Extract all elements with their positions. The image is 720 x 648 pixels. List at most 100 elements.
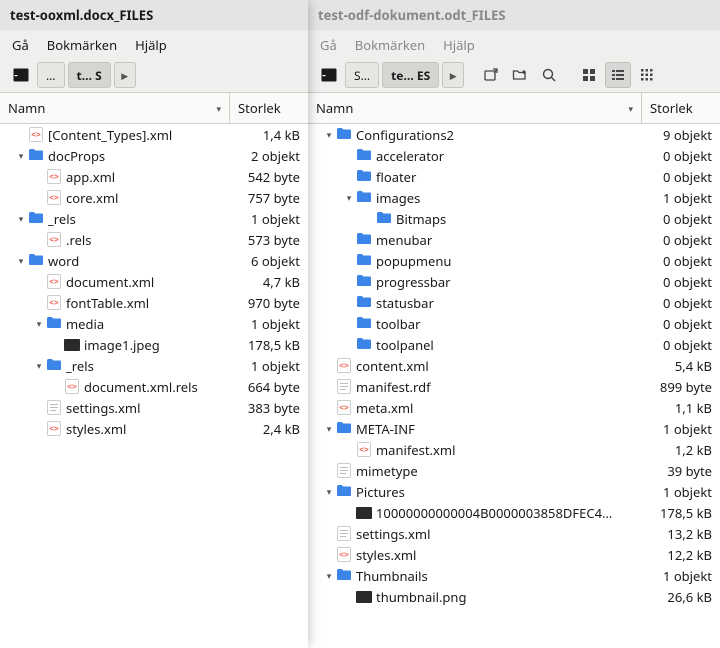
tree-row[interactable]: <>styles.xml2,4 kB <box>0 418 308 439</box>
tree-row[interactable]: <>document.xml.rels664 byte <box>0 376 308 397</box>
expander-icon[interactable]: ▾ <box>14 212 28 225</box>
xml-icon: <> <box>356 442 372 458</box>
folder-icon <box>336 568 352 584</box>
col-size[interactable]: Storlek <box>230 93 308 123</box>
text-icon <box>336 463 352 479</box>
tree-row[interactable]: ▾META-INF1 objekt <box>308 418 720 439</box>
terminal-icon[interactable] <box>8 62 34 88</box>
expander-icon[interactable]: ▾ <box>14 149 28 162</box>
tree-row[interactable]: ▾images1 objekt <box>308 187 720 208</box>
tree-row[interactable]: <>styles.xml12,2 kB <box>308 544 720 565</box>
file-size: 4,7 kB <box>222 273 300 291</box>
new-tab-icon[interactable] <box>478 62 504 88</box>
file-name: image1.jpeg <box>84 336 222 354</box>
expander-icon[interactable]: ▾ <box>322 128 336 141</box>
xml-icon: <> <box>336 400 352 416</box>
expander-icon[interactable]: ▾ <box>342 191 356 204</box>
tree-row[interactable]: ▾Thumbnails1 objekt <box>308 565 720 586</box>
tree-row[interactable]: ▾docProps2 objekt <box>0 145 308 166</box>
expander-icon[interactable]: ▾ <box>14 254 28 267</box>
tree-row[interactable]: mimetype39 byte <box>308 460 720 481</box>
col-name[interactable]: Namn ▾ <box>308 93 642 123</box>
file-name: settings.xml <box>356 525 634 543</box>
tree-row[interactable]: ▾_rels1 objekt <box>0 355 308 376</box>
tree-row[interactable]: toolpanel0 objekt <box>308 334 720 355</box>
menu-bookmarks[interactable]: Bokmärken <box>47 36 117 54</box>
path-overflow-icon[interactable]: ▶ <box>442 62 464 88</box>
tree-row[interactable]: 10000000000004B0000003858DFEC4…178,5 kB <box>308 502 720 523</box>
toolbar-right: S… te… ES ▶ <box>308 60 720 92</box>
folder-icon <box>336 484 352 500</box>
path-overflow-icon[interactable]: ▶ <box>114 62 136 88</box>
file-name: [Content_Types].xml <box>48 126 222 144</box>
tree-row[interactable]: ▾media1 objekt <box>0 313 308 334</box>
file-tree-left: <>[Content_Types].xml1,4 kB▾docProps2 ob… <box>0 124 308 648</box>
menu-bookmarks[interactable]: Bokmärken <box>355 36 425 54</box>
tree-row[interactable]: <>document.xml4,7 kB <box>0 271 308 292</box>
tree-row[interactable]: thumbnail.png26,6 kB <box>308 586 720 607</box>
tree-row[interactable]: popupmenu0 objekt <box>308 250 720 271</box>
tree-row[interactable]: <>fontTable.xml970 byte <box>0 292 308 313</box>
tree-row[interactable]: progressbar0 objekt <box>308 271 720 292</box>
tree-row[interactable]: ▾Configurations29 objekt <box>308 124 720 145</box>
expander-icon[interactable]: ▾ <box>322 422 336 435</box>
tree-row[interactable]: manifest.rdf899 byte <box>308 376 720 397</box>
tree-row[interactable]: <>content.xml5,4 kB <box>308 355 720 376</box>
file-size: 0 objekt <box>634 147 712 165</box>
file-name: word <box>48 252 222 270</box>
tree-row[interactable]: Bitmaps0 objekt <box>308 208 720 229</box>
file-size: 2 objekt <box>222 147 300 165</box>
tree-row[interactable]: <>core.xml757 byte <box>0 187 308 208</box>
path-segment-1[interactable]: te… ES <box>382 62 439 88</box>
path-segment-0[interactable]: S… <box>345 62 379 88</box>
view-compact-icon[interactable] <box>634 62 660 88</box>
tree-row[interactable]: statusbar0 objekt <box>308 292 720 313</box>
col-size[interactable]: Storlek <box>642 93 720 123</box>
file-size: 178,5 kB <box>634 504 712 522</box>
menu-help[interactable]: Hjälp <box>135 36 167 54</box>
expander-icon[interactable]: ▾ <box>32 317 46 330</box>
menu-help[interactable]: Hjälp <box>443 36 475 54</box>
view-list-icon[interactable] <box>605 62 631 88</box>
image-icon <box>356 505 372 521</box>
new-folder-icon[interactable] <box>507 62 533 88</box>
path-segment-0[interactable]: … <box>37 62 65 88</box>
search-icon[interactable] <box>536 62 562 88</box>
column-headers-left: Namn ▾ Storlek <box>0 92 308 124</box>
tree-row[interactable]: ▾Pictures1 objekt <box>308 481 720 502</box>
tree-row[interactable]: <>[Content_Types].xml1,4 kB <box>0 124 308 145</box>
file-name: Thumbnails <box>356 567 634 585</box>
menu-go[interactable]: Gå <box>12 36 29 54</box>
tree-row[interactable]: <>meta.xml1,1 kB <box>308 397 720 418</box>
menu-go[interactable]: Gå <box>320 36 337 54</box>
tree-row[interactable]: ▾ word6 objekt <box>0 250 308 271</box>
file-size: 6 objekt <box>222 252 300 270</box>
folder-icon <box>356 295 372 311</box>
tree-row[interactable]: <>.rels573 byte <box>0 229 308 250</box>
file-name: popupmenu <box>376 252 634 270</box>
path-segment-1[interactable]: t… S <box>68 62 111 88</box>
folder-icon <box>46 358 62 374</box>
tree-row[interactable]: <>app.xml542 byte <box>0 166 308 187</box>
title-ooxml: test-ooxml.docx_FILES <box>0 0 308 30</box>
terminal-icon[interactable] <box>316 62 342 88</box>
tree-row[interactable]: settings.xml13,2 kB <box>308 523 720 544</box>
expander-icon[interactable]: ▾ <box>32 359 46 372</box>
tree-row[interactable]: accelerator0 objekt <box>308 145 720 166</box>
xml-icon: <> <box>46 274 62 290</box>
tree-row[interactable]: <>manifest.xml1,2 kB <box>308 439 720 460</box>
tree-row[interactable]: menubar0 objekt <box>308 229 720 250</box>
col-name[interactable]: Namn ▾ <box>0 93 230 123</box>
view-icons-icon[interactable] <box>576 62 602 88</box>
tree-row[interactable]: settings.xml383 byte <box>0 397 308 418</box>
tree-row[interactable]: toolbar0 objekt <box>308 313 720 334</box>
file-name: content.xml <box>356 357 634 375</box>
folder-icon <box>336 421 352 437</box>
tree-row[interactable]: floater0 objekt <box>308 166 720 187</box>
file-size: 899 byte <box>634 378 712 396</box>
expander-icon[interactable]: ▾ <box>322 485 336 498</box>
expander-icon[interactable]: ▾ <box>322 569 336 582</box>
tree-row[interactable]: ▾_rels1 objekt <box>0 208 308 229</box>
folder-icon <box>356 316 372 332</box>
tree-row[interactable]: image1.jpeg178,5 kB <box>0 334 308 355</box>
